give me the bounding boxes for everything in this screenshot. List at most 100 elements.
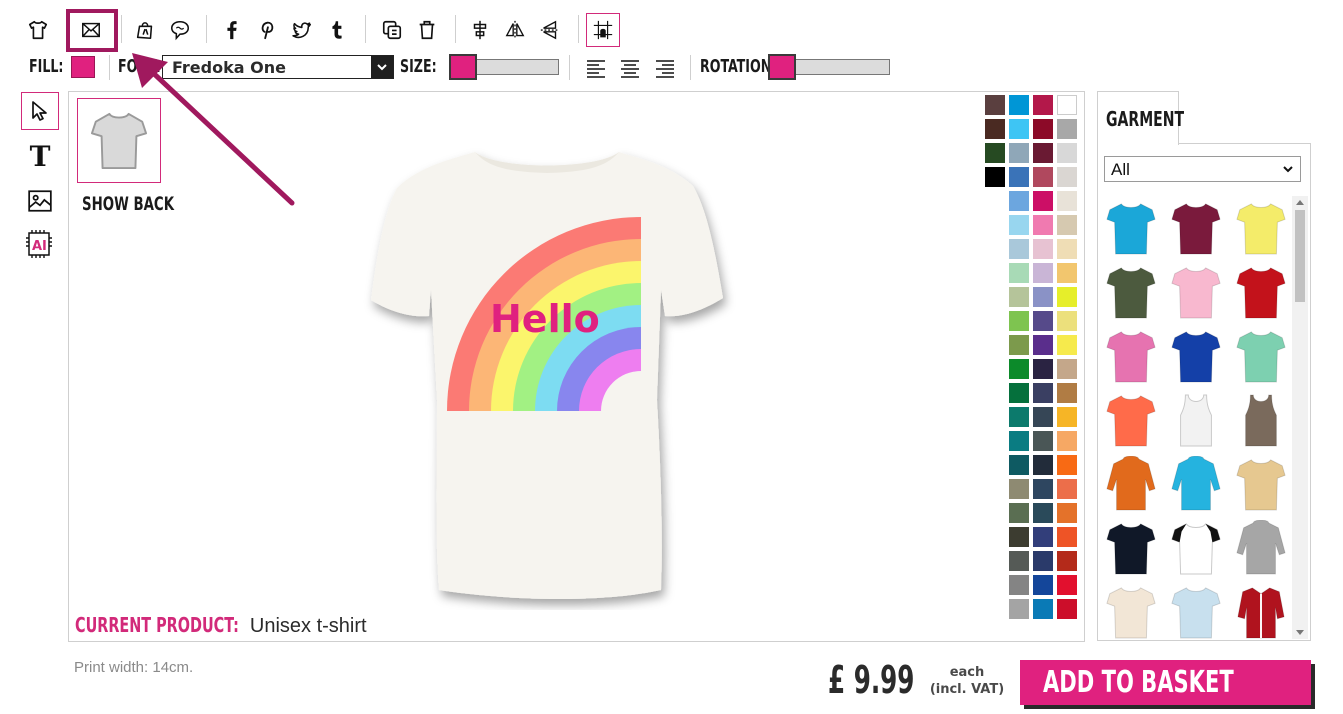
color-swatch[interactable] — [1057, 191, 1077, 211]
color-swatch[interactable] — [1057, 359, 1077, 379]
align-center-icon[interactable] — [464, 14, 496, 46]
size-slider-thumb[interactable] — [449, 54, 477, 80]
color-swatch[interactable] — [1033, 191, 1053, 211]
garment-item-tshirt-yellow[interactable] — [1230, 196, 1292, 260]
color-swatch[interactable] — [1009, 503, 1029, 523]
tumblr-icon[interactable] — [321, 14, 353, 46]
color-swatch[interactable] — [1033, 215, 1053, 235]
garment-item-tshirt-olive[interactable] — [1100, 260, 1162, 324]
select-pointer-tool[interactable] — [21, 92, 59, 130]
garment-item-tshirt-navy[interactable] — [1100, 516, 1162, 580]
align-left-icon[interactable] — [585, 57, 607, 79]
garment-scrollbar[interactable] — [1292, 196, 1308, 639]
garment-item-tshirt-pink[interactable] — [1165, 260, 1227, 324]
color-swatch[interactable] — [985, 143, 1005, 163]
scroll-down-icon[interactable] — [1296, 630, 1304, 635]
color-swatch[interactable] — [985, 167, 1005, 187]
color-swatch[interactable] — [1009, 95, 1029, 115]
color-swatch[interactable] — [1033, 119, 1053, 139]
color-swatch[interactable] — [1033, 575, 1053, 595]
pinterest-icon[interactable] — [251, 14, 283, 46]
color-swatch[interactable] — [1057, 527, 1077, 547]
color-swatch[interactable] — [1057, 575, 1077, 595]
align-right-icon[interactable] — [654, 57, 676, 79]
color-swatch[interactable] — [1033, 383, 1053, 403]
color-swatch[interactable] — [1033, 431, 1053, 451]
garment-item-tshirt-turquoise[interactable] — [1100, 196, 1162, 260]
color-swatch[interactable] — [1057, 95, 1077, 115]
design-text-hello[interactable]: Hello — [490, 297, 600, 341]
duplicate-icon[interactable] — [376, 14, 408, 46]
color-swatch[interactable] — [1009, 551, 1029, 571]
color-swatch[interactable] — [1009, 287, 1029, 307]
garment-item-tshirt-red[interactable] — [1230, 260, 1292, 324]
color-swatch[interactable] — [1057, 167, 1077, 187]
color-swatch[interactable] — [1009, 407, 1029, 427]
color-swatch[interactable] — [1057, 239, 1077, 259]
trash-icon[interactable] — [411, 14, 443, 46]
scrollbar-thumb[interactable] — [1295, 210, 1305, 302]
color-swatch[interactable] — [1009, 599, 1029, 619]
color-swatch[interactable] — [1033, 527, 1053, 547]
color-swatch[interactable] — [1057, 119, 1077, 139]
color-swatch[interactable] — [1057, 455, 1077, 475]
color-swatch[interactable] — [1057, 431, 1077, 451]
color-swatch[interactable] — [1009, 311, 1029, 331]
color-swatch[interactable] — [1057, 335, 1077, 355]
garment-item-hoodie-grey[interactable] — [1230, 516, 1292, 580]
shopping-bag-icon[interactable] — [129, 14, 161, 46]
color-swatch[interactable] — [1009, 263, 1029, 283]
color-swatch[interactable] — [1033, 143, 1053, 163]
color-swatch[interactable] — [1033, 551, 1053, 571]
color-swatch[interactable] — [1009, 167, 1029, 187]
color-swatch[interactable] — [1009, 455, 1029, 475]
facebook-icon[interactable] — [216, 14, 248, 46]
tshirt-icon[interactable] — [22, 14, 54, 46]
garment-item-vest-brown[interactable] — [1230, 388, 1292, 452]
text-tool[interactable]: T — [22, 138, 58, 174]
color-swatch[interactable] — [1057, 263, 1077, 283]
color-swatch[interactable] — [1033, 335, 1053, 355]
color-swatch[interactable] — [1057, 311, 1077, 331]
color-swatch[interactable] — [1057, 503, 1077, 523]
twitter-icon[interactable] — [286, 14, 318, 46]
color-swatch[interactable] — [1033, 599, 1053, 619]
color-swatch[interactable] — [1057, 143, 1077, 163]
color-swatch[interactable] — [1057, 383, 1077, 403]
color-swatch[interactable] — [1009, 119, 1029, 139]
align-center-text-icon[interactable] — [619, 57, 641, 79]
color-swatch[interactable] — [1057, 599, 1077, 619]
color-swatch[interactable] — [1033, 407, 1053, 427]
ai-tool[interactable]: AI — [22, 226, 58, 262]
garment-item-raglan-black-white[interactable] — [1165, 516, 1227, 580]
color-swatch[interactable] — [985, 119, 1005, 139]
garment-item-jacket-red[interactable] — [1230, 580, 1292, 644]
color-swatch[interactable] — [1033, 455, 1053, 475]
color-swatch[interactable] — [1009, 335, 1029, 355]
color-swatch[interactable] — [1009, 575, 1029, 595]
color-swatch[interactable] — [1009, 215, 1029, 235]
garment-item-tshirt-maroon[interactable] — [1165, 196, 1227, 260]
flip-horizontal-icon[interactable] — [499, 14, 531, 46]
garment-item-tshirt-mint[interactable] — [1230, 324, 1292, 388]
flip-vertical-icon[interactable] — [534, 14, 566, 46]
color-swatch[interactable] — [1033, 239, 1053, 259]
garment-item-hoodie-blue[interactable] — [1165, 452, 1227, 516]
fill-color-swatch[interactable] — [71, 56, 95, 78]
color-swatch[interactable] — [1033, 359, 1053, 379]
color-swatch[interactable] — [1057, 215, 1077, 235]
garment-item-vest-white[interactable] — [1165, 388, 1227, 452]
garment-item-hoodie-orange[interactable] — [1100, 452, 1162, 516]
color-swatch[interactable] — [1009, 359, 1029, 379]
color-swatch[interactable] — [1033, 311, 1053, 331]
garment-item-tshirt-hot-pink[interactable] — [1100, 324, 1162, 388]
chat-bubble-icon[interactable] — [164, 14, 196, 46]
color-swatch[interactable] — [1057, 407, 1077, 427]
grid-snap-toggle[interactable] — [586, 13, 620, 47]
color-swatch[interactable] — [1033, 287, 1053, 307]
color-swatch[interactable] — [1057, 551, 1077, 571]
color-swatch[interactable] — [1009, 431, 1029, 451]
color-swatch[interactable] — [1057, 479, 1077, 499]
color-swatch[interactable] — [1009, 191, 1029, 211]
garment-item-tshirt-coral[interactable] — [1100, 388, 1162, 452]
